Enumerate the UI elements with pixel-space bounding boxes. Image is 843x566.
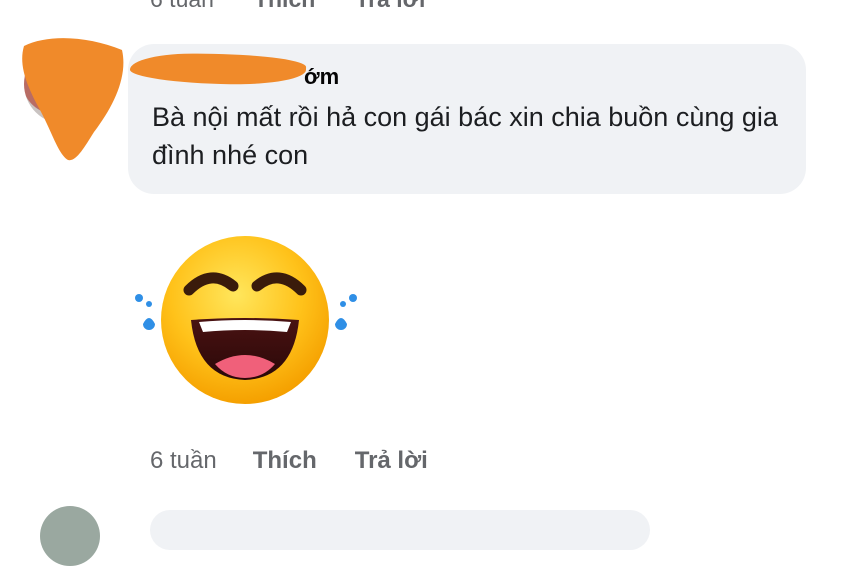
previous-comment-time: 6 tuần [150,0,214,13]
comment-bubble: ớm Bà nội mất rồi hả con gái bác xin chi… [128,44,806,194]
comment-actions: 6 tuần Thích Trả lời [150,447,428,475]
name-redaction [129,52,307,86]
laughing-crying-face-icon[interactable] [125,228,365,408]
previous-like-button[interactable]: Thích [254,0,315,13]
next-comment-avatar[interactable] [40,506,100,566]
comment-time[interactable]: 6 tuần [150,447,217,475]
author-name-fragment: ớm [304,64,340,89]
reply-button[interactable]: Trả lời [355,447,428,475]
previous-comment-actions: 6 tuần Thích Trả lời [150,0,425,13]
comment-text: Bà nội mất rồi hả con gái bác xin chia b… [152,102,778,170]
next-comment-bubble [150,510,650,550]
like-button[interactable]: Thích [253,447,317,475]
avatar[interactable] [24,44,104,124]
previous-reply-button[interactable]: Trả lời [355,0,425,13]
